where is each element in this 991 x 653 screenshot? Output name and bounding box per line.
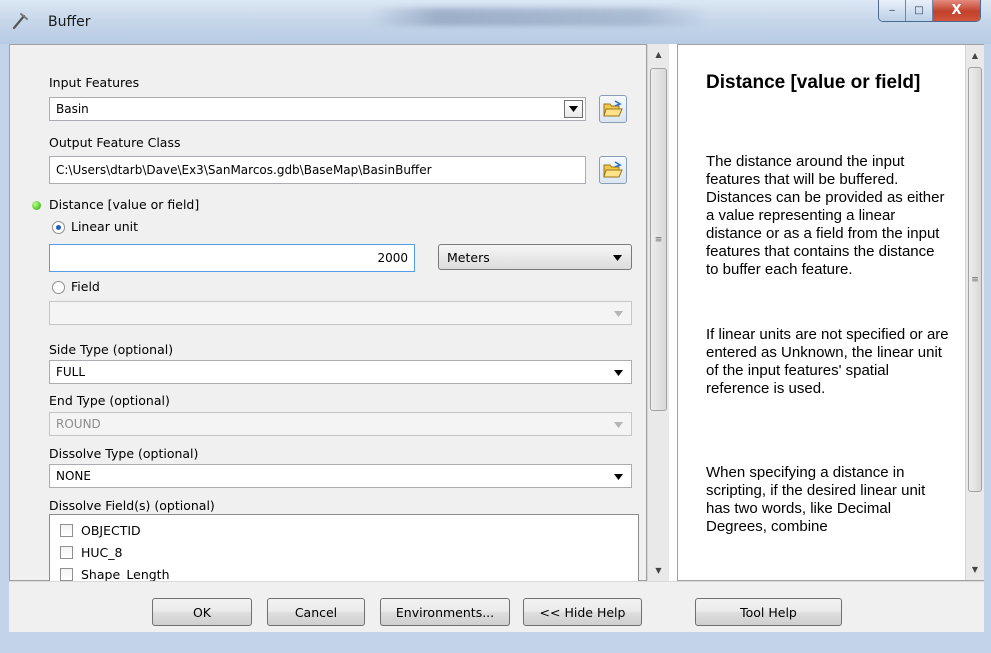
- side-type-value: FULL: [56, 365, 86, 379]
- caption-buttons: ‒ □ X: [878, 0, 981, 22]
- dissolve-type-label: Dissolve Type (optional): [49, 446, 199, 461]
- chevron-down-icon: [614, 311, 623, 317]
- checkbox[interactable]: [60, 523, 73, 537]
- input-features-dropdown-button[interactable]: [564, 100, 583, 118]
- help-panel: Distance [value or field] The distance a…: [677, 44, 984, 581]
- help-title: Distance [value or field]: [706, 72, 921, 93]
- help-paragraph: The distance around the input features t…: [706, 153, 945, 278]
- minimize-button[interactable]: ‒: [879, 0, 906, 21]
- help-scrollbar[interactable]: ▲ ≡ ▼: [965, 45, 984, 580]
- input-features-combobox[interactable]: Basin: [49, 97, 586, 121]
- chevron-down-icon: [614, 370, 623, 376]
- chevron-down-icon: [614, 474, 623, 480]
- tool-help-button[interactable]: Tool Help: [695, 598, 842, 626]
- dissolve-field-label: HUC_8: [81, 544, 123, 560]
- help-paragraph: When specifying a distance in scripting,…: [706, 464, 926, 535]
- dialog-button-bar: OK Cancel Environments... << Hide Help T…: [9, 581, 984, 632]
- dissolve-field-item[interactable]: HUC_8: [60, 542, 122, 562]
- cancel-button[interactable]: Cancel: [267, 598, 365, 626]
- parameters-panel: Input Features Basin Output Feature Clas…: [9, 44, 647, 594]
- window-frame-right: [984, 44, 991, 653]
- end-type-label: End Type (optional): [49, 393, 170, 408]
- scroll-thumb[interactable]: ≡: [650, 68, 667, 411]
- distance-value: 2000: [377, 251, 408, 265]
- maximize-button[interactable]: □: [906, 0, 933, 21]
- side-type-select[interactable]: FULL: [49, 360, 632, 384]
- open-folder-icon: [603, 100, 623, 117]
- output-feature-class-input[interactable]: C:\Users\dtarb\Dave\Ex3\SanMarcos.gdb\Ba…: [49, 156, 586, 184]
- ok-button[interactable]: OK: [152, 598, 252, 626]
- scroll-thumb[interactable]: ≡: [968, 67, 982, 492]
- checkbox[interactable]: [60, 567, 73, 581]
- browse-input-button[interactable]: [599, 95, 627, 123]
- environments-button[interactable]: Environments...: [380, 598, 510, 626]
- dissolve-fields-label: Dissolve Field(s) (optional): [49, 498, 215, 513]
- input-features-label: Input Features: [49, 75, 140, 90]
- dissolve-type-select[interactable]: NONE: [49, 464, 632, 488]
- maximize-icon: □: [914, 5, 924, 16]
- help-paragraph: If linear units are not specified or are…: [706, 326, 949, 397]
- linear-unit-select[interactable]: Meters: [438, 244, 632, 270]
- linear-unit-radio[interactable]: [52, 221, 65, 234]
- window-frame-bottom: [0, 632, 991, 653]
- scroll-up-arrow[interactable]: ▲: [966, 47, 984, 64]
- output-feature-class-value: C:\Users\dtarb\Dave\Ex3\SanMarcos.gdb\Ba…: [56, 163, 432, 177]
- scroll-down-arrow[interactable]: ▼: [966, 561, 984, 578]
- field-label: Field: [71, 279, 100, 294]
- chevron-down-icon: [614, 422, 623, 428]
- browse-output-button[interactable]: [599, 156, 627, 184]
- blurred-background-menu: [370, 8, 710, 26]
- linear-unit-value: Meters: [447, 250, 490, 265]
- buffer-tool-icon: [12, 13, 28, 30]
- scroll-up-arrow[interactable]: ▲: [648, 46, 669, 63]
- close-icon: X: [951, 3, 962, 18]
- title-bar[interactable]: Buffer ‒ □ X: [0, 0, 991, 44]
- side-type-label: Side Type (optional): [49, 342, 174, 357]
- field-radio[interactable]: [52, 281, 65, 294]
- end-type-value: ROUND: [56, 417, 101, 431]
- chevron-down-icon: [569, 106, 578, 112]
- checkbox[interactable]: [60, 545, 73, 559]
- distance-label: Distance [value or field]: [49, 197, 200, 212]
- distance-value-input[interactable]: 2000: [49, 244, 415, 272]
- end-type-select: ROUND: [49, 412, 632, 436]
- open-folder-icon: [603, 161, 623, 178]
- parameters-scrollbar[interactable]: ▲ ≡ ▼: [647, 44, 669, 581]
- dissolve-field-label: Shape_Length: [81, 566, 170, 582]
- scroll-down-arrow[interactable]: ▼: [648, 562, 669, 579]
- window-title: Buffer: [48, 14, 91, 30]
- dissolve-type-value: NONE: [56, 469, 91, 483]
- linear-unit-label: Linear unit: [71, 219, 139, 234]
- hide-help-button[interactable]: << Hide Help: [523, 598, 642, 626]
- required-parameter-icon: [32, 201, 41, 210]
- chevron-down-icon: [613, 255, 622, 261]
- window-frame-left: [0, 44, 9, 653]
- distance-field-select: [49, 301, 632, 325]
- input-features-value: Basin: [56, 102, 89, 116]
- minimize-icon: ‒: [888, 5, 896, 16]
- dissolve-field-label: OBJECTID: [81, 522, 141, 538]
- close-button[interactable]: X: [933, 0, 980, 21]
- dissolve-field-item[interactable]: OBJECTID: [60, 520, 141, 540]
- output-feature-class-label: Output Feature Class: [49, 135, 181, 150]
